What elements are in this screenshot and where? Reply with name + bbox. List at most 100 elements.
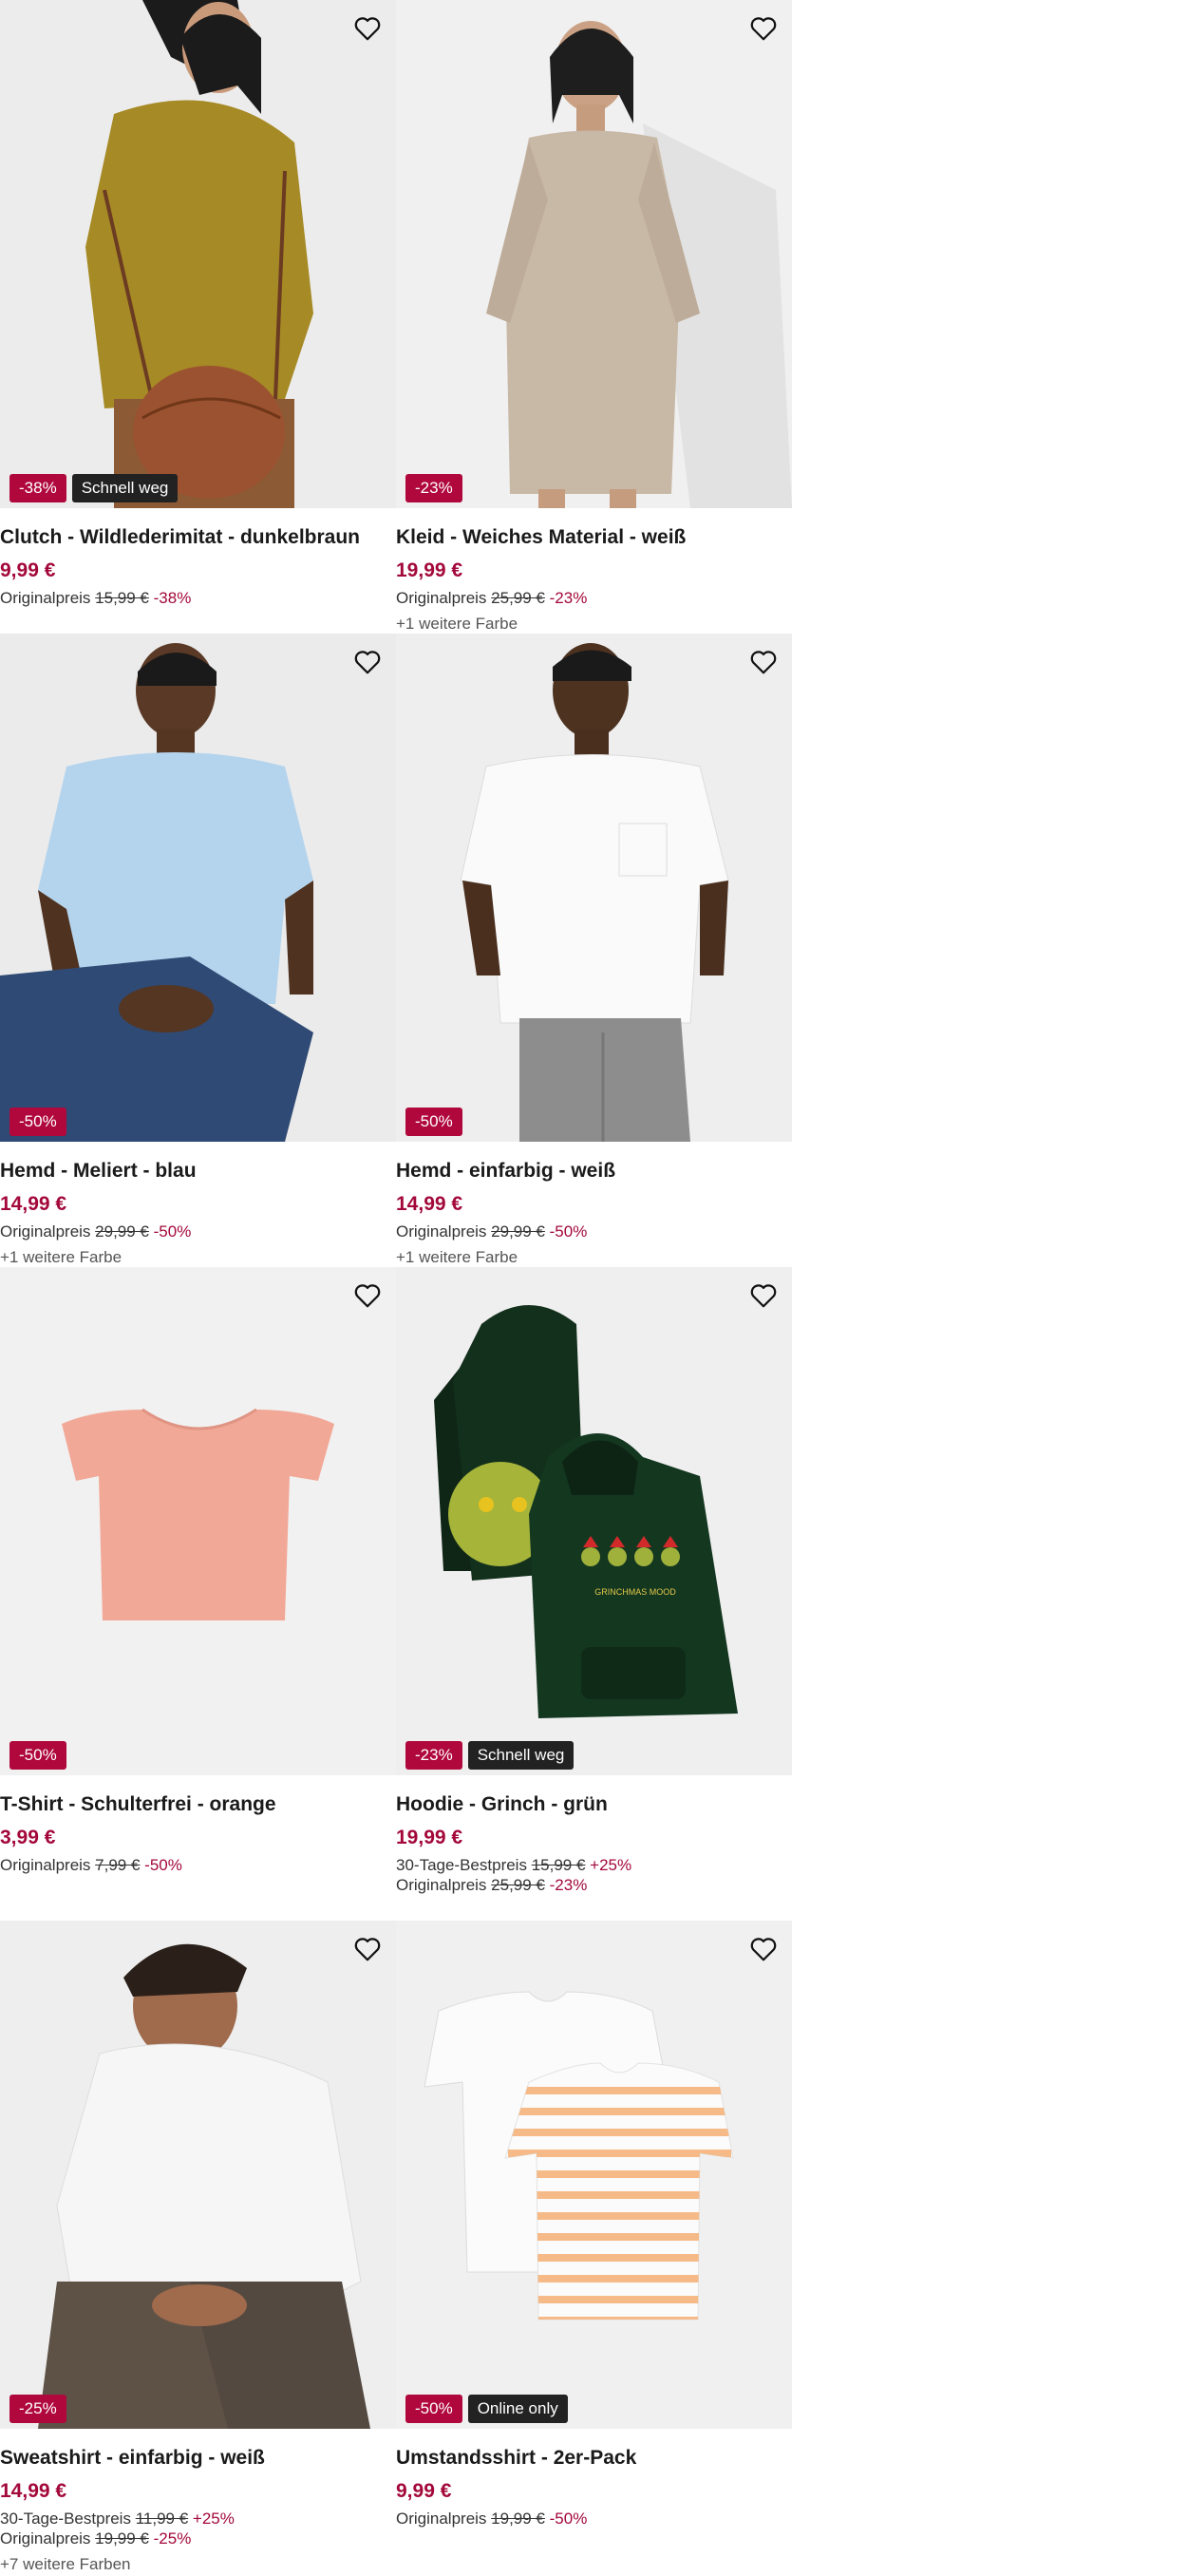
old-price: 19,99 € bbox=[95, 2529, 149, 2548]
product-title[interactable]: Sweatshirt - einfarbig - weiß bbox=[0, 2446, 396, 2471]
wishlist-heart-icon[interactable] bbox=[349, 9, 386, 47]
product-photo bbox=[396, 1921, 792, 2429]
wishlist-heart-icon[interactable] bbox=[744, 643, 782, 681]
price-reference-line: Originalpreis 29,99 € -50% bbox=[0, 1222, 396, 1241]
price-reference-line: 30-Tage-Bestpreis 15,99 € +25% bbox=[396, 1855, 792, 1875]
old-price: 11,99 € bbox=[135, 2510, 189, 2528]
product-photo bbox=[0, 1267, 396, 1775]
badge-row: -50% bbox=[9, 1741, 66, 1770]
price-change-percent: -50% bbox=[549, 1222, 588, 1241]
product-info: Sweatshirt - einfarbig - weiß 14,99 € 30… bbox=[0, 2429, 396, 2575]
product-card[interactable]: -50% Hemd - einfarbig - weiß 14,99 € Ori… bbox=[396, 634, 792, 1268]
product-info: Kleid - Weiches Material - weiß 19,99 € … bbox=[396, 508, 792, 635]
wishlist-heart-icon[interactable] bbox=[349, 643, 386, 681]
product-info: Hemd - Meliert - blau 14,99 € Originalpr… bbox=[0, 1142, 396, 1268]
product-photo bbox=[396, 634, 792, 1142]
product-card[interactable]: -50% Hemd - Meliert - blau 14,99 € Origi… bbox=[0, 634, 396, 1268]
product-info: Clutch - Wildlederimitat - dunkelbraun 9… bbox=[0, 508, 396, 608]
price-reference-label: 30-Tage-Bestpreis bbox=[396, 1856, 527, 1874]
wishlist-heart-icon[interactable] bbox=[349, 1930, 386, 1968]
product-image[interactable]: -50% bbox=[0, 1267, 396, 1775]
product-title[interactable]: Umstandsshirt - 2er-Pack bbox=[396, 2446, 792, 2471]
product-title[interactable]: Hoodie - Grinch - grün bbox=[396, 1792, 792, 1817]
product-title[interactable]: T-Shirt - Schulterfrei - orange bbox=[0, 1792, 396, 1817]
price-reference-line: Originalpreis 19,99 € -50% bbox=[396, 2509, 792, 2529]
badge-row: -50% bbox=[405, 1108, 462, 1136]
discount-badge: -23% bbox=[405, 1741, 462, 1770]
product-price: 19,99 € bbox=[396, 559, 463, 581]
old-price: 15,99 € bbox=[95, 589, 149, 607]
status-badge: Schnell weg bbox=[71, 474, 179, 502]
product-photo bbox=[0, 634, 396, 1142]
price-reference-label: Originalpreis bbox=[0, 589, 91, 607]
badge-row: -23% Schnell weg bbox=[405, 1741, 575, 1770]
price-change-percent: +25% bbox=[590, 1856, 632, 1874]
product-price: 14,99 € bbox=[396, 1193, 463, 1215]
status-badge: Online only bbox=[467, 2395, 568, 2423]
product-title[interactable]: Hemd - einfarbig - weiß bbox=[396, 1159, 792, 1184]
product-image[interactable]: -25% bbox=[0, 1921, 396, 2429]
price-reference-line: Originalpreis 19,99 € -25% bbox=[0, 2529, 396, 2548]
product-title[interactable]: Kleid - Weiches Material - weiß bbox=[396, 525, 792, 550]
product-title[interactable]: Clutch - Wildlederimitat - dunkelbraun bbox=[0, 525, 396, 550]
product-card[interactable]: -23% Kleid - Weiches Material - weiß 19,… bbox=[396, 0, 792, 635]
product-photo: GRINCHMAS MOOD bbox=[396, 1267, 792, 1775]
product-card[interactable]: -50% T-Shirt - Schulterfrei - orange 3,9… bbox=[0, 1267, 396, 1875]
discount-badge: -50% bbox=[9, 1741, 66, 1770]
price-change-percent: -50% bbox=[144, 1856, 182, 1874]
product-card[interactable]: -38% Schnell weg Clutch - Wildlederimitat… bbox=[0, 0, 396, 608]
product-price: 3,99 € bbox=[0, 1827, 56, 1848]
price-change-percent: -23% bbox=[549, 589, 588, 607]
wishlist-heart-icon[interactable] bbox=[744, 1277, 782, 1315]
more-colors-link[interactable]: +1 weitere Farbe bbox=[396, 1247, 792, 1268]
more-colors-link[interactable]: +1 weitere Farbe bbox=[396, 614, 792, 635]
product-image[interactable]: -23% bbox=[396, 0, 792, 508]
product-price: 9,99 € bbox=[0, 559, 56, 581]
product-price: 14,99 € bbox=[0, 2480, 67, 2502]
price-reference-label: 30-Tage-Bestpreis bbox=[0, 2510, 131, 2528]
price-change-percent: -50% bbox=[153, 1222, 192, 1241]
wishlist-heart-icon[interactable] bbox=[744, 1930, 782, 1968]
badge-row: -50% bbox=[9, 1108, 66, 1136]
badge-row: -25% bbox=[9, 2395, 66, 2423]
price-change-percent: -23% bbox=[549, 1876, 588, 1894]
product-image[interactable]: GRINCHMAS MOOD -23% Schnell weg bbox=[396, 1267, 792, 1775]
price-reference-label: Originalpreis bbox=[0, 1856, 91, 1874]
product-image[interactable]: -50% Online only bbox=[396, 1921, 792, 2429]
price-reference-label: Originalpreis bbox=[396, 2510, 487, 2528]
price-change-percent: -25% bbox=[153, 2529, 192, 2548]
product-photo bbox=[396, 0, 792, 508]
product-photo bbox=[0, 0, 396, 508]
old-price: 25,99 € bbox=[491, 589, 545, 607]
product-title[interactable]: Hemd - Meliert - blau bbox=[0, 1159, 396, 1184]
price-reference-line: 30-Tage-Bestpreis 11,99 € +25% bbox=[0, 2509, 396, 2529]
product-image[interactable]: -38% Schnell weg bbox=[0, 0, 396, 508]
price-reference-label: Originalpreis bbox=[0, 1222, 91, 1241]
product-info: T-Shirt - Schulterfrei - orange 3,99 € O… bbox=[0, 1775, 396, 1875]
price-reference-line: Originalpreis 15,99 € -38% bbox=[0, 588, 396, 608]
price-reference-line: Originalpreis 29,99 € -50% bbox=[396, 1222, 792, 1241]
wishlist-heart-icon[interactable] bbox=[349, 1277, 386, 1315]
price-reference-label: Originalpreis bbox=[396, 589, 487, 607]
price-reference-line: Originalpreis 25,99 € -23% bbox=[396, 1875, 792, 1895]
discount-badge: -50% bbox=[9, 1108, 66, 1136]
product-card[interactable]: -50% Online only Umstandsshirt - 2er-Pack… bbox=[396, 1921, 792, 2529]
wishlist-heart-icon[interactable] bbox=[744, 9, 782, 47]
badge-row: -23% bbox=[405, 474, 462, 502]
discount-badge: -50% bbox=[405, 1108, 462, 1136]
product-info: Hoodie - Grinch - grün 19,99 € 30-Tage-B… bbox=[396, 1775, 792, 1895]
hoodie-print-text: GRINCHMAS MOOD bbox=[594, 1587, 676, 1597]
more-colors-link[interactable]: +7 weitere Farben bbox=[0, 2554, 396, 2575]
more-colors-link[interactable]: +1 weitere Farbe bbox=[0, 1247, 396, 1268]
product-card[interactable]: -25% Sweatshirt - einfarbig - weiß 14,99… bbox=[0, 1921, 396, 2575]
price-change-percent: -38% bbox=[153, 589, 192, 607]
product-info: Hemd - einfarbig - weiß 14,99 € Original… bbox=[396, 1142, 792, 1268]
product-image[interactable]: -50% bbox=[0, 634, 396, 1142]
product-card[interactable]: GRINCHMAS MOOD -23% Schnell weg Hoodie - … bbox=[396, 1267, 792, 1895]
product-image[interactable]: -50% bbox=[396, 634, 792, 1142]
badge-row: -50% Online only bbox=[405, 2395, 568, 2423]
old-price: 25,99 € bbox=[491, 1876, 545, 1894]
discount-badge: -50% bbox=[405, 2395, 462, 2423]
product-photo bbox=[0, 1921, 396, 2429]
old-price: 7,99 € bbox=[95, 1856, 141, 1874]
